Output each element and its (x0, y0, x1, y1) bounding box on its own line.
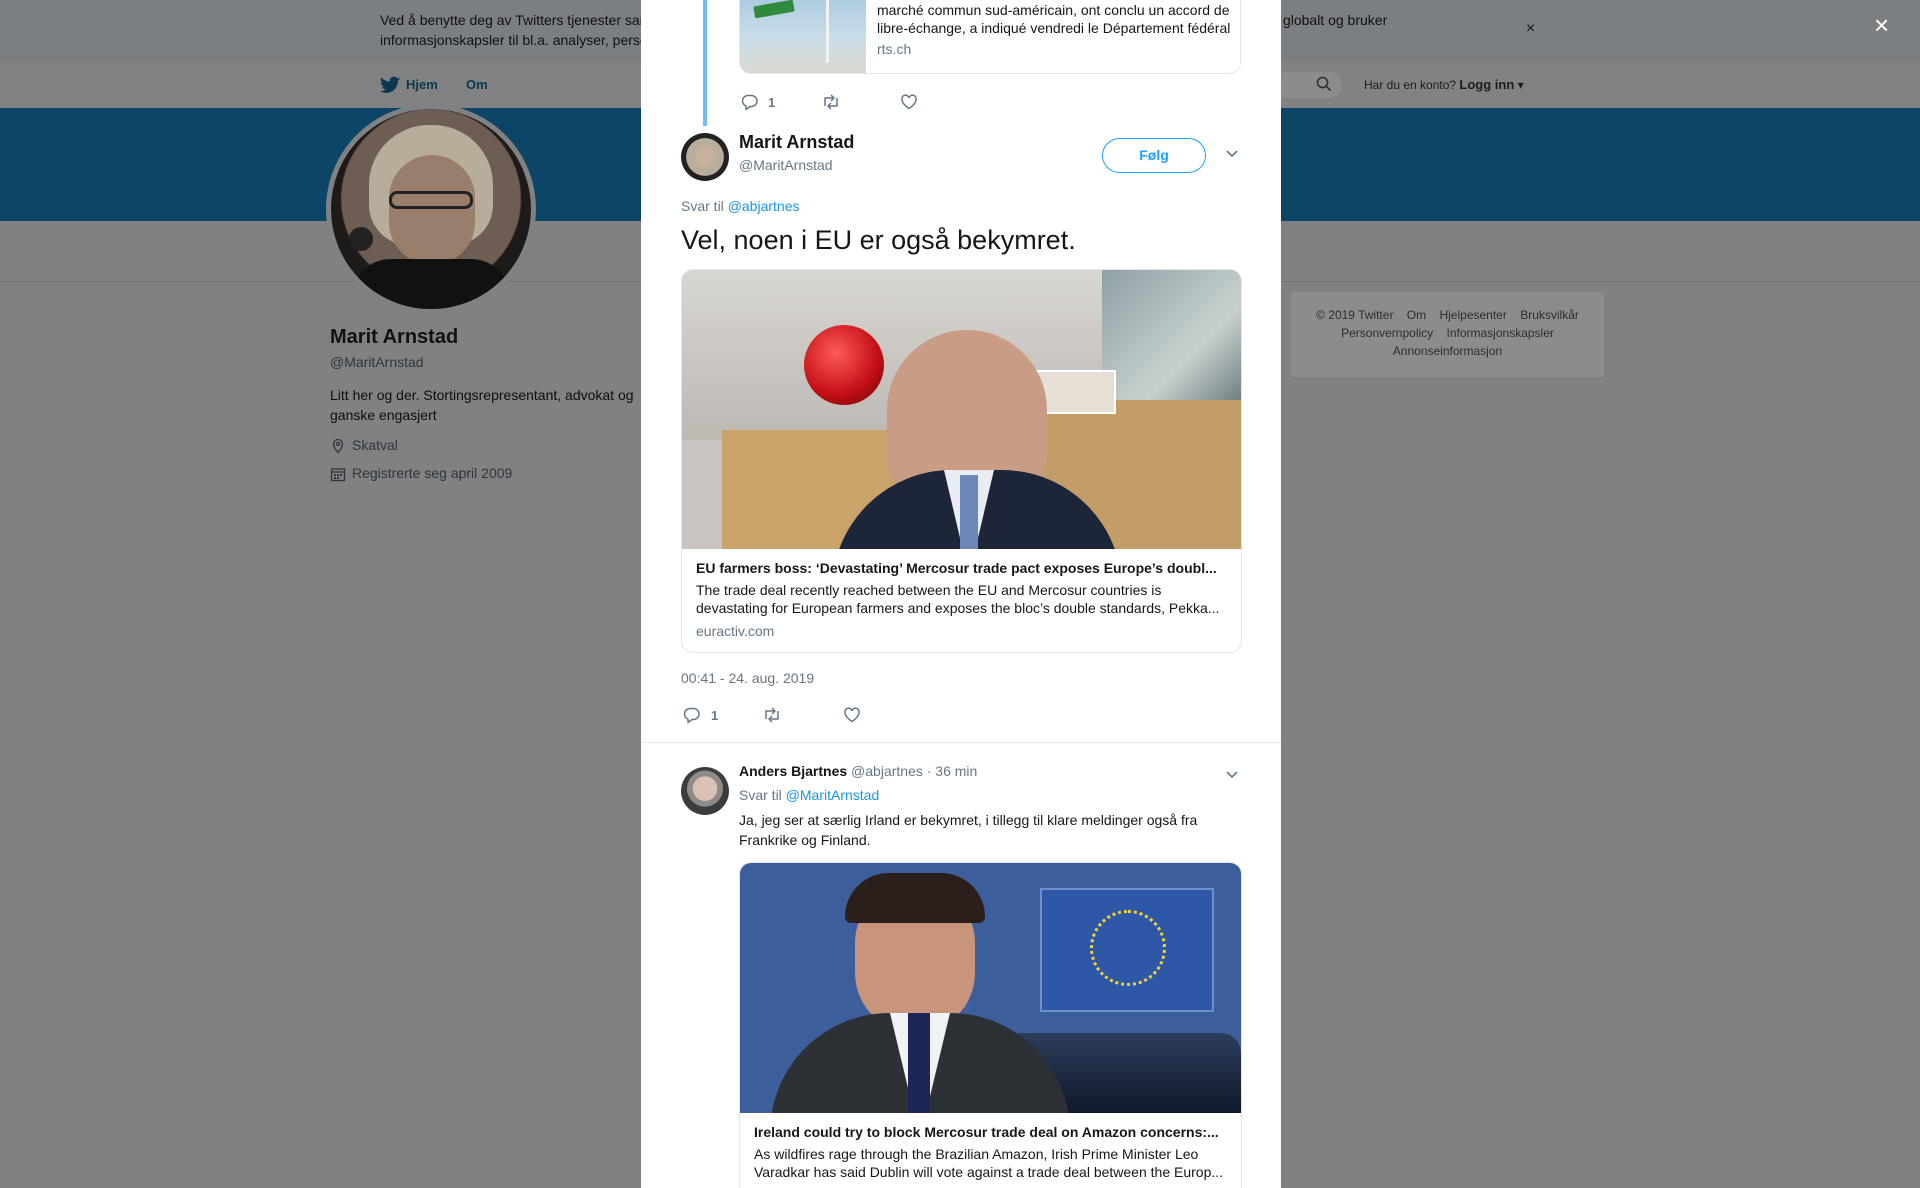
tweet-modal: marché commun sud-américain, ont conclu … (641, 0, 1281, 1188)
reply-tweet-link-card[interactable]: Ireland could try to block Mercosur trad… (739, 862, 1242, 1188)
reply-tweet-author-name[interactable]: Anders Bjartnes (739, 763, 847, 779)
search-icon[interactable] (1316, 76, 1332, 97)
reply-to-link[interactable]: @MaritArnstad (786, 787, 880, 803)
heart-icon[interactable] (900, 93, 918, 111)
nav-about-link[interactable]: Om (466, 77, 488, 92)
prev-reply-action[interactable]: 1 (741, 93, 775, 111)
main-reply-count: 1 (711, 707, 719, 723)
footer-link-terms[interactable]: Bruksvilkår (1520, 308, 1579, 322)
chevron-down-icon[interactable] (1225, 767, 1239, 785)
footer-link-about[interactable]: Om (1407, 308, 1426, 322)
reply-tweet-time[interactable]: · 36 min (927, 763, 978, 779)
main-like-action[interactable] (843, 706, 861, 724)
reply-tweet-context: Svar til @MaritArnstad (739, 787, 879, 803)
main-reply-action[interactable]: 1 (683, 706, 718, 724)
footer-link-cookies[interactable]: Informasjonskapsler (1447, 326, 1554, 340)
main-tweet-timestamp[interactable]: 00:41 - 24. aug. 2019 (681, 670, 814, 686)
prev-retweet-action[interactable] (821, 93, 841, 111)
main-card-description: The trade deal recently reached between … (696, 582, 1220, 616)
reply-card-title: Ireland could try to block Mercosur trad… (754, 1124, 1219, 1140)
profile-avatar[interactable] (326, 104, 536, 314)
retweet-icon[interactable] (762, 706, 782, 724)
prev-card-domain: rts.ch (877, 41, 912, 57)
profile-bio: Litt her og der. Stortingsrepresentant, … (330, 387, 634, 423)
reply-tweet-header: Anders Bjartnes @abjartnes · 36 min (739, 763, 977, 779)
reply-prefix: Svar til (681, 198, 724, 214)
main-retweet-action[interactable] (762, 706, 782, 724)
reply-icon[interactable] (741, 93, 759, 111)
profile-location: Skatval (330, 437, 398, 454)
thread-connector-line (703, 0, 707, 126)
twitter-bird-icon[interactable] (380, 76, 400, 99)
footer-link-help[interactable]: Hjelpesenter (1439, 308, 1506, 322)
main-card-image (682, 270, 1241, 549)
main-card-domain: euractiv.com (696, 623, 775, 639)
prev-card-description: marché commun sud-américain, ont conclu … (877, 2, 1231, 36)
profile-name: Marit Arnstad (330, 326, 459, 348)
main-tweet-author-handle[interactable]: @MaritArnstad (739, 157, 833, 173)
reply-card-description: As wildfires rage through the Brazilian … (754, 1146, 1224, 1180)
main-tweet-text: Vel, noen i EU er også bekymret. (681, 225, 1076, 255)
joined-text: Registrerte seg april 2009 (352, 465, 513, 481)
reply-tweet-author-handle[interactable]: @abjartnes (851, 763, 923, 779)
main-tweet-link-card[interactable]: EU farmers boss: ‘Devastating’ Mercosur … (681, 269, 1242, 653)
cookie-close-button[interactable]: × (1526, 19, 1535, 39)
tweet-divider (641, 742, 1281, 743)
main-tweet-avatar[interactable] (681, 133, 729, 181)
location-pin-icon (330, 438, 346, 454)
chevron-down-icon[interactable] (1225, 146, 1239, 164)
footer-link-privacy[interactable]: Personvernpolicy (1341, 326, 1433, 340)
modal-close-button[interactable]: × (1874, 12, 1889, 38)
prev-like-action[interactable] (900, 93, 918, 111)
retweet-icon[interactable] (821, 93, 841, 111)
prev-reply-count: 1 (768, 94, 776, 110)
follow-button[interactable]: Følg (1102, 138, 1206, 173)
caret-down-icon[interactable]: ▾ (1518, 78, 1524, 92)
login-area: Har du en konto? Logg inn ▾ (1364, 77, 1524, 92)
location-text: Skatval (352, 437, 398, 453)
main-card-title: EU farmers boss: ‘Devastating’ Mercosur … (696, 560, 1217, 576)
main-tweet-author-name[interactable]: Marit Arnstad (739, 132, 854, 153)
prev-tweet-link-card[interactable]: marché commun sud-américain, ont conclu … (739, 0, 1241, 74)
profile-handle: @MaritArnstad (330, 354, 424, 370)
login-prompt: Har du en konto? (1364, 78, 1457, 92)
footer-link-ads[interactable]: Annonseinformasjon (1393, 344, 1502, 358)
footer-copyright: © 2019 Twitter (1316, 308, 1394, 322)
reply-to-link[interactable]: @abjartnes (728, 198, 800, 214)
main-reply-context: Svar til @abjartnes (681, 198, 800, 214)
prev-card-thumbnail (740, 0, 866, 73)
nav-home-link[interactable]: Hjem (406, 77, 438, 92)
reply-icon[interactable] (683, 706, 701, 724)
profile-joined: Registrerte seg april 2009 (330, 465, 512, 482)
login-link[interactable]: Logg inn (1459, 77, 1514, 92)
calendar-icon (330, 466, 346, 482)
reply-tweet-avatar[interactable] (681, 767, 729, 815)
reply-prefix: Svar til (739, 787, 782, 803)
reply-card-image (740, 863, 1241, 1113)
reply-tweet-text: Ja, jeg ser at særlig Irland er bekymret… (739, 812, 1198, 848)
footer-links: © 2019 Twitter Om Hjelpesenter Bruksvilk… (1291, 292, 1604, 377)
heart-icon[interactable] (843, 706, 861, 724)
